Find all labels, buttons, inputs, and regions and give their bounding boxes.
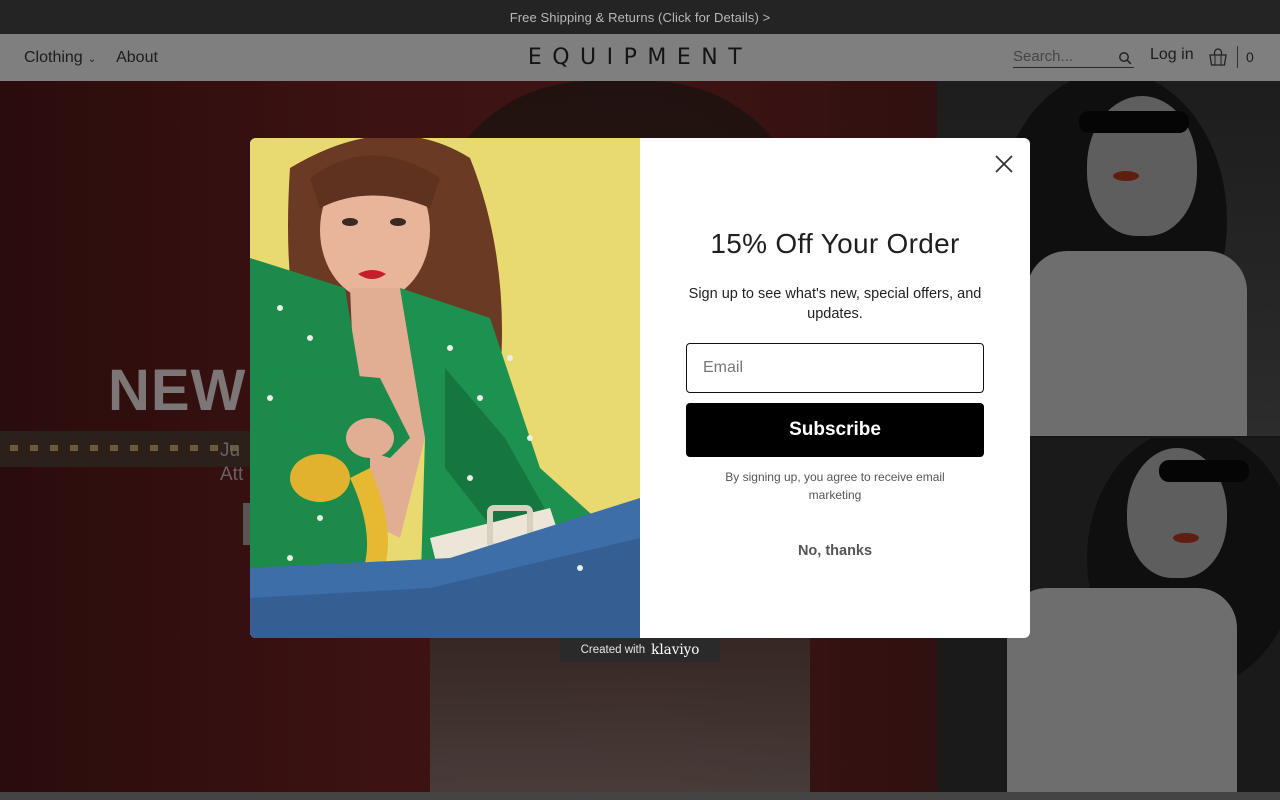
close-icon[interactable] [993,153,1015,175]
popup-title: 15% Off Your Order [710,228,960,259]
klaviyo-logo: klaviyo [651,642,700,658]
site-logo[interactable]: EQUIPMENT [512,45,768,70]
popup-description: Sign up to see what's new, special offer… [688,286,982,322]
site-header: Clothing ⌄ About EQUIPMENT Log in 0 [0,34,1280,81]
page-footer-edge [0,792,1280,800]
nav-about[interactable]: About [116,49,158,67]
nav-clothing[interactable]: Clothing ⌄ [24,49,96,67]
nav-about-label: About [116,48,158,66]
hero-subtitle-line-2: Att [220,464,244,485]
klaviyo-badge-prefix: Created with [580,644,646,656]
announcement-bar[interactable]: Free Shipping & Returns (Click for Detai… [0,0,1280,34]
nav-clothing-label: Clothing [24,48,83,66]
search-icon[interactable] [1118,51,1132,65]
subscribe-button[interactable]: Subscribe [686,403,984,457]
cart-count: 0 [1246,49,1254,65]
hero-subtitle: Ju Att [220,439,243,487]
search-input[interactable] [1013,48,1113,65]
email-field[interactable] [686,343,984,393]
main-nav: Clothing ⌄ About [24,34,158,81]
popup-model-image [250,138,640,638]
dismiss-button[interactable]: No, thanks [640,543,1030,559]
hero-subtitle-line-1: Ju [220,440,241,461]
announcement-link[interactable]: Free Shipping & Returns (Click for Detai… [510,10,771,25]
shopping-bag-icon [1209,48,1227,66]
cart-divider [1237,46,1238,68]
cart-button[interactable]: 0 [1208,45,1254,69]
model-illustration [250,138,640,638]
legal-notice: By signing up, you agree to receive emai… [725,470,945,502]
signup-popup: 15% Off Your Order Sign up to see what's… [250,138,1030,638]
login-link[interactable]: Log in [1150,46,1194,64]
chevron-down-icon: ⌄ [87,54,97,65]
search-box [1013,46,1134,68]
klaviyo-badge[interactable]: Created with klaviyo [560,638,720,662]
hero-title: NEW [108,358,247,423]
